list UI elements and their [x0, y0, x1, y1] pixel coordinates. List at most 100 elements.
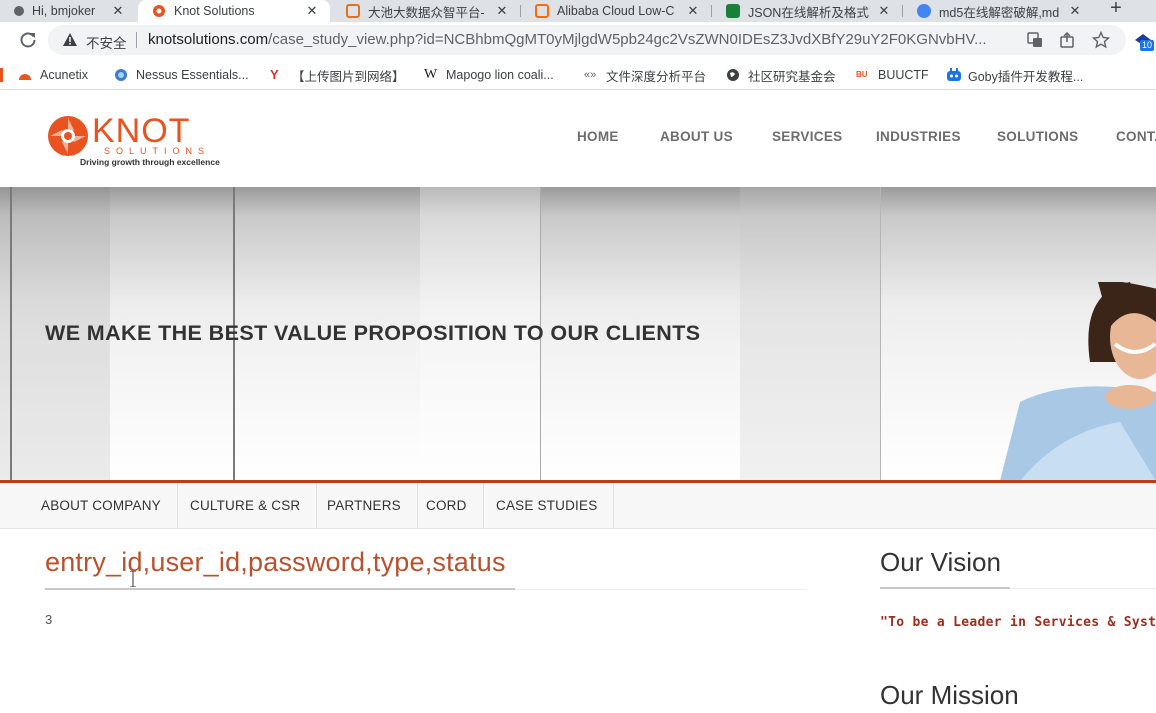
security-label[interactable]: 不安全 [86, 32, 127, 52]
bookmark-label: Mapogo lion coali... [446, 68, 554, 82]
bookmark-community-fund[interactable]: 社区研究基金会 [726, 66, 836, 84]
nessus-icon [114, 68, 128, 82]
tab-hi-bmjoker[interactable]: Hi, bmjoker ✕ [0, 0, 136, 22]
bookmark-label: 社区研究基金会 [748, 69, 836, 84]
tab-close-icon[interactable]: ✕ [876, 3, 892, 19]
heading-rule [515, 589, 805, 590]
tab-alibaba-cloud[interactable]: Alibaba Cloud Low-C ✕ [521, 0, 711, 22]
subnav-culture-csr[interactable]: CULTURE & CSR [174, 483, 318, 528]
case-study-value: 3 [45, 612, 53, 627]
wikipedia-w-icon: W [424, 67, 438, 82]
bookmark-overflow[interactable] [0, 66, 11, 84]
share-icon[interactable] [1058, 31, 1076, 49]
bookmark-label: Acunetix [40, 68, 88, 82]
tab-close-icon[interactable]: ✕ [304, 3, 320, 19]
tab-favicon-icon [726, 4, 740, 18]
bookmark-star-icon[interactable] [1091, 30, 1111, 49]
tab-favicon-icon [14, 6, 24, 16]
vision-heading: Our Vision [880, 547, 1001, 577]
url-host: knotsolutions.com [148, 31, 269, 48]
nav-about-us[interactable]: ABOUT US [660, 129, 733, 149]
tab-title: Hi, bmjoker [32, 4, 96, 18]
reload-icon[interactable] [18, 30, 38, 50]
bookmark-buuctf[interactable]: BU BUUCTF [856, 66, 929, 84]
nav-industries[interactable]: INDUSTRIES [876, 129, 961, 149]
subnav-partners[interactable]: PARTNERS [311, 483, 418, 528]
nav-solutions[interactable]: SOLUTIONS [997, 129, 1078, 149]
bookmark-label: 文件深度分析平台 [606, 69, 707, 84]
globe-icon [726, 68, 740, 82]
knot-favicon-icon [152, 4, 166, 18]
goby-icon [946, 68, 961, 82]
heading-underline [45, 588, 515, 590]
tab-title: Knot Solutions [174, 4, 255, 18]
bookmark-label: Nessus Essentials... [136, 68, 249, 82]
bookmark-file-analysis[interactable]: «» 文件深度分析平台 [584, 66, 706, 84]
apps-icon [0, 68, 3, 82]
tab-title: JSON在线解析及格式 [748, 5, 869, 20]
text-cursor-icon [130, 571, 136, 587]
yahoo-y-icon: Y [270, 67, 279, 82]
browser-window: Hi, bmjoker ✕ Knot Solutions ✕ 大池大数据众智平台… [0, 0, 1156, 713]
logo-subtitle: SOLUTIONS [104, 146, 211, 156]
acunetix-icon [18, 68, 32, 82]
bookmark-label: BUUCTF [878, 68, 929, 82]
hero-banner: WE MAKE THE BEST VALUE PROPOSITION TO OU… [0, 187, 1156, 481]
case-study-heading: entry_id,user_id,password,type,status [45, 547, 506, 577]
logo-tagline: Driving growth through excellence [80, 157, 220, 167]
tab-title: 大池大数据众智平台- [368, 5, 485, 20]
tab-close-icon[interactable]: ✕ [110, 3, 126, 19]
tab-favicon-icon [535, 4, 549, 18]
address-bar[interactable]: 不安全 knotsolutions.com/case_study_view.ph… [48, 25, 1126, 55]
hero-title: WE MAKE THE BEST VALUE PROPOSITION TO OU… [45, 321, 701, 345]
tab-md5-decrypt[interactable]: md5在线解密破解,md ✕ [903, 0, 1093, 22]
knot-solutions-logo[interactable]: KNOT SOLUTIONS Driving growth through ex… [46, 112, 246, 168]
sub-navigation: ABOUT COMPANY CULTURE & CSR PARTNERS COR… [0, 483, 1156, 529]
tab-json-parser[interactable]: JSON在线解析及格式 ✕ [712, 0, 902, 22]
buuctf-icon: BU [856, 70, 868, 79]
url-text[interactable]: knotsolutions.com/case_study_view.php?id… [148, 31, 1016, 48]
tab-close-icon[interactable]: ✕ [494, 3, 510, 19]
tab-title: md5在线解密破解,md [939, 5, 1060, 20]
subnav-cord[interactable]: CORD [410, 483, 484, 528]
nav-contact[interactable]: CONT... [1116, 129, 1156, 149]
nav-home[interactable]: HOME [577, 129, 619, 149]
bookmark-acunetix[interactable]: Acunetix [18, 66, 88, 84]
tab-knot-solutions[interactable]: Knot Solutions ✕ [138, 0, 330, 22]
tab-favicon-icon [917, 4, 931, 18]
subnav-case-studies[interactable]: CASE STUDIES [480, 483, 615, 528]
url-separator [136, 32, 137, 48]
tab-strip: Hi, bmjoker ✕ Knot Solutions ✕ 大池大数据众智平台… [0, 0, 1156, 22]
bookmark-upload-image[interactable]: Y 【上传图片到网络】 [270, 66, 405, 84]
bookmark-label: Goby插件开发教程... [968, 69, 1084, 84]
subnav-about-company[interactable]: ABOUT COMPANY [25, 483, 178, 528]
bookmark-label: 【上传图片到网络】 [292, 69, 405, 84]
translate-icon[interactable] [1026, 31, 1044, 49]
bookmark-mapogo[interactable]: W Mapogo lion coali... [424, 66, 554, 84]
bookmark-goby[interactable]: Goby插件开发教程... [946, 66, 1083, 84]
toolbar: 不安全 knotsolutions.com/case_study_view.ph… [0, 22, 1156, 58]
hero-businesswoman-image [1000, 282, 1156, 481]
url-path: /case_study_view.php?id=NCBhbmQgMT0yMjlg… [268, 31, 987, 48]
tab-favicon-icon [346, 4, 360, 18]
new-tab-button[interactable]: + [1106, 0, 1126, 20]
mission-heading: Our Mission [880, 680, 1019, 710]
bookmark-nessus[interactable]: Nessus Essentials... [114, 66, 249, 84]
tab-bigdata-platform[interactable]: 大池大数据众智平台- ✕ [332, 0, 520, 22]
hero-window-frame [880, 187, 881, 481]
tab-close-icon[interactable]: ✕ [685, 3, 701, 19]
tab-title: Alibaba Cloud Low-C [557, 4, 675, 18]
bookmarks-bar: Acunetix Nessus Essentials... Y 【上传图片到网络… [0, 58, 1156, 90]
tab-close-icon[interactable]: ✕ [1067, 3, 1083, 19]
vision-quote: "To be a Leader in Services & System In [880, 615, 1156, 630]
hero-window-frame [10, 187, 12, 481]
extension-badge: 10 [1140, 40, 1155, 51]
warning-triangle-icon[interactable] [62, 32, 78, 48]
vision-underline [880, 587, 1010, 589]
analysis-icon: «» [584, 69, 597, 81]
knot-logo-icon [48, 116, 88, 156]
hero-window-pane [740, 187, 880, 481]
site-header: KNOT SOLUTIONS Driving growth through ex… [0, 91, 1156, 187]
nav-services[interactable]: SERVICES [772, 129, 842, 149]
vision-rule [1010, 588, 1156, 589]
